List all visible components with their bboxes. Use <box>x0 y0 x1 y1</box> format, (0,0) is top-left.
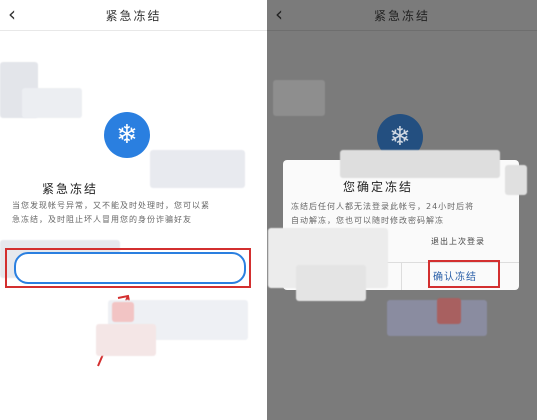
blurred-region <box>22 88 82 118</box>
snowflake-icon: ❄ <box>104 112 150 158</box>
dialog-button-divider <box>401 262 402 290</box>
page-title: 紧急冻结 <box>105 8 162 23</box>
blurred-region <box>112 302 134 322</box>
blurred-region <box>437 298 461 324</box>
description-line: 急冻结，及时阻止坏人冒用您的身份诈骗好友 <box>12 215 192 224</box>
header-bar: ‹ 紧急冻结 <box>267 0 537 31</box>
dialog-description: 冻结后任何人都无法登录此帐号，24小时后将 自动解冻，您也可以随时修改密码解冻 <box>291 200 516 228</box>
blurred-region <box>273 80 325 116</box>
logout-option[interactable]: 退出上次登录 <box>431 236 485 247</box>
blurred-region <box>340 150 500 178</box>
section-heading: 紧急冻结 <box>42 182 99 196</box>
blurred-region <box>150 150 245 188</box>
highlight-frame <box>5 248 251 288</box>
dialog-title: 您确定冻结 <box>343 180 414 194</box>
dialog-description-line: 自动解冻，您也可以随时修改密码解冻 <box>291 216 444 225</box>
blurred-region <box>505 165 527 195</box>
blurred-region <box>96 324 156 356</box>
dialog-description-line: 冻结后任何人都无法登录此帐号，24小时后将 <box>291 202 475 211</box>
back-arrow-icon[interactable]: ‹ <box>8 4 16 24</box>
highlight-frame <box>428 260 500 288</box>
header-bar: ‹ 紧急冻结 <box>0 0 267 31</box>
left-screen: ‹ 紧急冻结 ❄ 紧急冻结 当您发现帐号异常，又不能及时处理时，您可以紧 急冻结… <box>0 0 267 420</box>
back-arrow-icon[interactable]: ‹ <box>275 4 283 24</box>
page-title: 紧急冻结 <box>373 8 430 23</box>
blurred-region <box>296 265 366 301</box>
